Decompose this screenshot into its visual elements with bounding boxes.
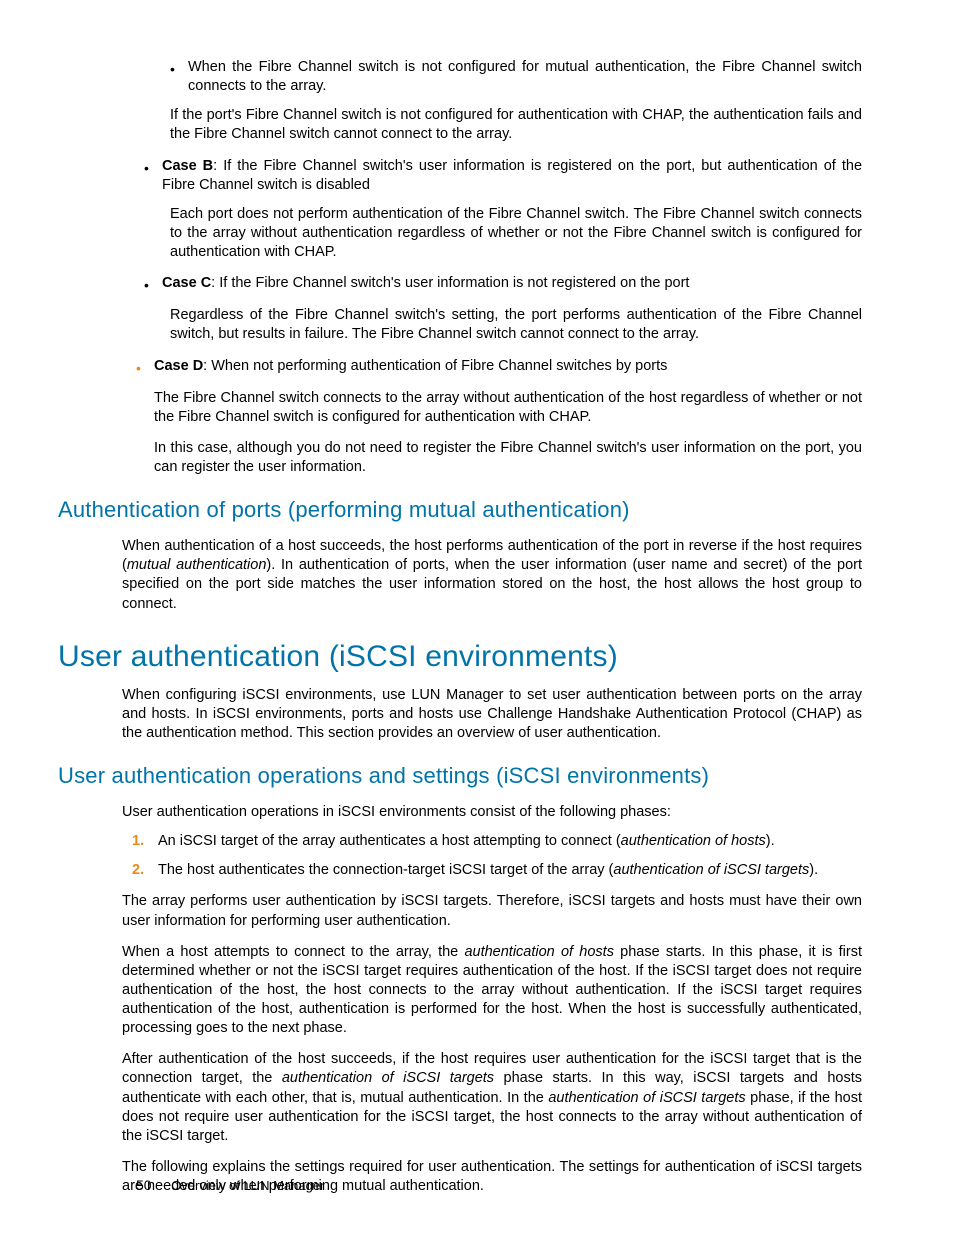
body-text: When the Fibre Channel switch is not con… [188,58,862,96]
heading-user-auth-iscsi: User authentication (iSCSI environments) [58,640,862,674]
bullet-dot [144,274,162,296]
bullet-dot [170,58,188,96]
body-text: The Fibre Channel switch connects to the… [154,389,862,427]
step-number: 1. [132,832,158,851]
footer-title: Overview of LUN Manager [171,1178,324,1193]
text-frag: ). [809,862,818,878]
step-2-text: The host authenticates the connection-ta… [158,861,862,880]
text-frag: The host authenticates the connection-ta… [158,862,613,878]
case-d-label: Case D [154,358,203,374]
text-italic: authentication of hosts [621,833,766,849]
body-text: Regardless of the Fibre Channel switch's… [170,306,862,344]
case-c-text: : If the Fibre Channel switch's user inf… [211,275,689,291]
body-text: When a host attempts to connect to the a… [122,943,862,1039]
body-text: User authentication operations in iSCSI … [122,803,862,822]
case-d-lead: Case D: When not performing authenticati… [154,357,862,379]
text-italic: authentication of iSCSI targets [282,1070,494,1086]
body-text: When configuring iSCSI environments, use… [122,686,862,743]
case-b-text: : If the Fibre Channel switch's user inf… [162,158,862,193]
bullet-dot [144,157,162,195]
text-italic: authentication of hosts [464,944,614,960]
body-text: If the port's Fibre Channel switch is no… [170,106,862,144]
text-italic: authentication of iSCSI targets [613,862,809,878]
text-italic: authentication of iSCSI targets [548,1090,745,1106]
body-text: Each port does not perform authenticatio… [170,205,862,262]
step-number: 2. [132,861,158,880]
page-number: 50 [136,1177,152,1193]
text-italic: mutual authentication [127,557,267,573]
text-frag: An iSCSI target of the array authenticat… [158,833,621,849]
step-1-text: An iSCSI target of the array authenticat… [158,832,862,851]
page-footer: 50 Overview of LUN Manager [136,1177,324,1193]
body-text: In this case, although you do not need t… [154,439,862,477]
case-c-lead: Case C: If the Fibre Channel switch's us… [162,274,862,296]
case-b-label: Case B [162,158,213,174]
heading-auth-ports: Authentication of ports (performing mutu… [58,497,862,523]
body-text: When authentication of a host succeeds, … [122,537,862,614]
body-text: The array performs user authentication b… [122,892,862,930]
heading-user-auth-ops: User authentication operations and setti… [58,763,862,789]
text-frag: When a host attempts to connect to the a… [122,944,464,960]
body-text: After authentication of the host succeed… [122,1050,862,1146]
case-c-label: Case C [162,275,211,291]
case-b-lead: Case B: If the Fibre Channel switch's us… [162,157,862,195]
bullet-dot-orange [136,357,154,379]
case-d-text: : When not performing authentication of … [203,358,667,374]
text-frag: ). [766,833,775,849]
